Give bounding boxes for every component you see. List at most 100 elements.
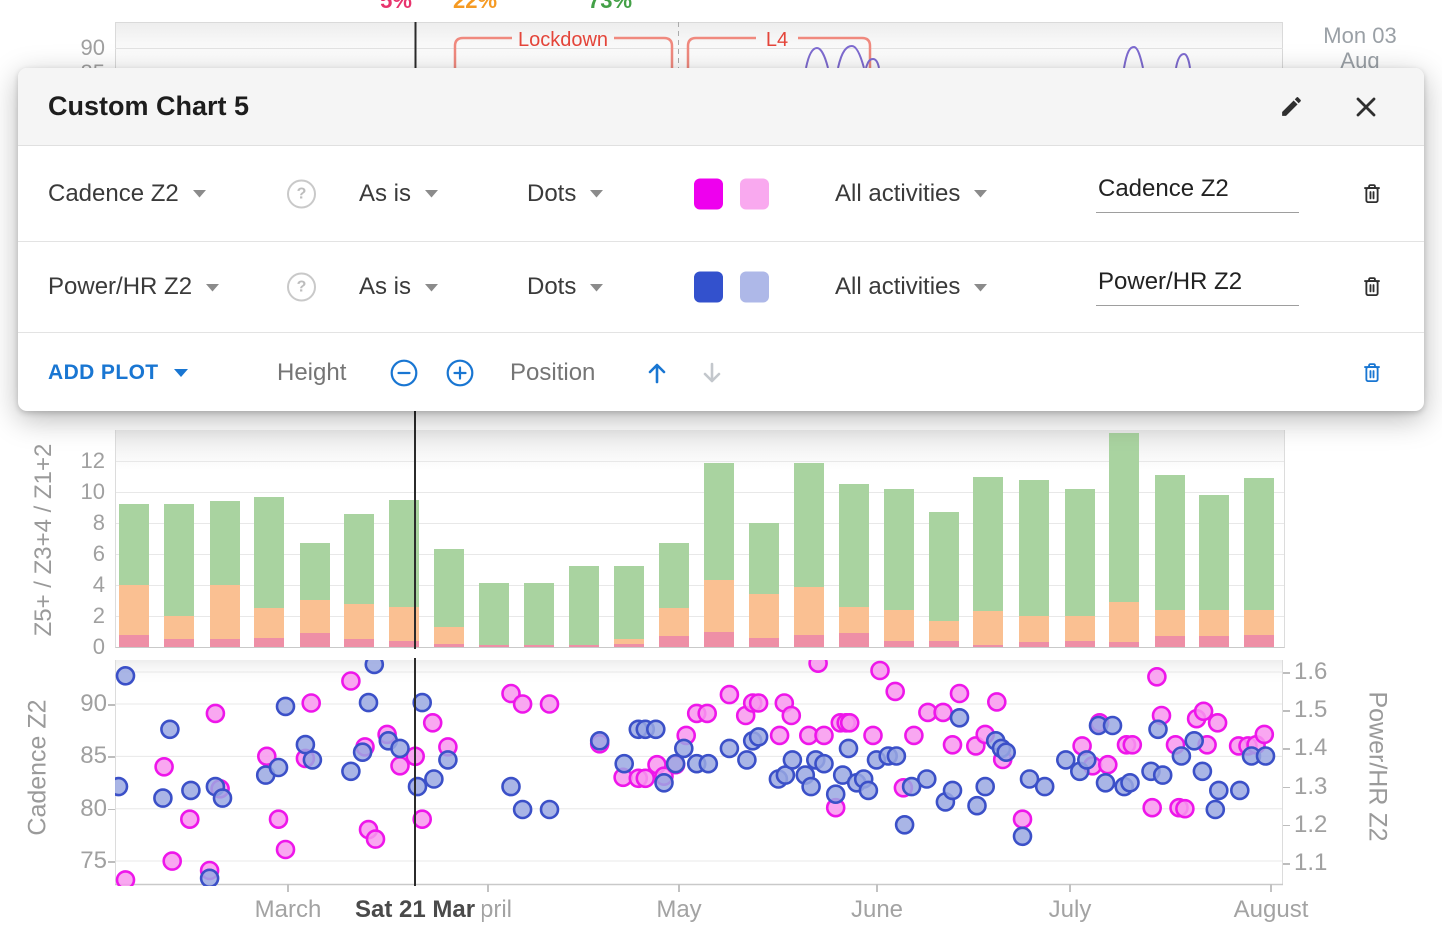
delete-plot-icon[interactable] [1359,274,1385,300]
bar-segment-z1+2 [479,583,509,645]
height-increase-icon[interactable] [445,358,475,388]
plot-label-input[interactable] [1096,175,1299,213]
hover-date-label: Mon 03 Aug [1308,23,1412,73]
bar-segment-z3+4 [839,607,869,633]
metric-select[interactable]: Cadence Z2 [48,180,207,208]
style-select[interactable]: Dots [527,180,604,208]
bar-y-tick-label: 12 [55,448,105,474]
secondary-color-swatch[interactable] [740,272,769,303]
stacked-bar [839,484,869,647]
edit-icon[interactable] [1279,94,1304,119]
primary-color-swatch[interactable] [694,272,723,303]
bar-segment-z3+4 [434,627,464,644]
stacked-bar [884,489,914,647]
bar-segment-z5+ [929,641,959,647]
add-plot-button[interactable]: ADD PLOT [48,361,189,385]
transform-select[interactable]: As is [359,273,439,301]
top-chart-ytick-90: 90 [55,35,105,61]
zone-pct-label-3: 73% [588,0,632,14]
secondary-color-swatch[interactable] [740,178,769,209]
left-tick-mark [108,809,115,811]
scatter-right-tick-label: 1.4 [1294,735,1354,761]
bar-segment-z1+2 [794,463,824,587]
scatter-right-tick-label: 1.2 [1294,812,1354,838]
scatter-right-tick-label: 1.3 [1294,774,1354,800]
scatter-left-tick-label: 85 [57,743,107,769]
bar-segment-z5+ [1065,641,1095,647]
stacked-bar [704,463,734,647]
bar-segment-z5+ [614,644,644,647]
bar-segment-z5+ [704,632,734,648]
close-icon[interactable] [1352,93,1380,121]
scatter-right-tick-label: 1.5 [1294,697,1354,723]
bar-segment-z5+ [1109,642,1139,647]
height-decrease-icon[interactable] [389,358,419,388]
bar-segment-z1+2 [569,566,599,645]
stacked-bar [929,512,959,647]
delete-chart-icon[interactable] [1359,360,1385,386]
bar-segment-z1+2 [884,489,914,610]
bar-segment-z3+4 [1244,610,1274,635]
bar-segment-z5+ [1155,636,1185,647]
right-tick-mark [1283,825,1290,827]
bar-segment-z1+2 [164,504,194,616]
bar-segment-z1+2 [524,583,554,645]
style-select[interactable]: Dots [527,273,604,301]
bar-segment-z1+2 [210,501,240,585]
bar-segment-z1+2 [1019,480,1049,616]
activities-select[interactable]: All activities [835,273,988,301]
bar-segment-z5+ [1244,635,1274,647]
bar-segment-z5+ [164,639,194,647]
bar-segment-z3+4 [794,587,824,635]
help-icon[interactable]: ? [287,273,316,302]
date-marker-line-bars [414,411,416,649]
bar-y-tick-label: 2 [55,603,105,629]
scatter-right-tick-label: 1.6 [1294,659,1354,685]
stacked-bar [1109,433,1139,647]
bar-y-tick-label: 10 [55,479,105,505]
bar-segment-z1+2 [1155,475,1185,610]
transform-select[interactable]: As is [359,180,439,208]
bar-segment-z3+4 [1019,616,1049,642]
bar-segment-z1+2 [749,523,779,594]
x-axis-month-label: August [1234,897,1309,923]
bar-segment-z3+4 [1109,602,1139,642]
scatter-left-axis-title: Cadence Z2 [24,668,53,868]
primary-color-swatch[interactable] [694,178,723,209]
bar-segment-z5+ [659,636,689,647]
stacked-bar [1244,478,1274,647]
bar-segment-z5+ [1019,642,1049,647]
bar-segment-z3+4 [929,621,959,641]
left-tick-mark [108,861,115,863]
bar-segment-z5+ [749,638,779,647]
bar-segment-z5+ [210,639,240,647]
x-axis-tick-mark [1069,884,1071,892]
plot-label-input[interactable] [1096,268,1299,306]
stacked-bar [344,514,374,647]
bar-segment-z1+2 [300,543,330,600]
help-icon[interactable]: ? [287,179,316,208]
bar-y-tick-label: 8 [55,510,105,536]
bar-segment-z3+4 [704,580,734,631]
bar-segment-z5+ [524,645,554,647]
x-axis-tick-mark [678,884,680,892]
right-tick-mark [1283,710,1290,712]
bar-segment-z5+ [973,645,1003,647]
modal-header: Custom Chart 5 [18,68,1424,146]
bar-segment-z5+ [794,635,824,647]
metric-select[interactable]: Power/HR Z2 [48,273,220,301]
bar-segment-z1+2 [1065,489,1095,616]
bar-segment-z3+4 [164,616,194,639]
move-down-icon[interactable] [697,358,727,388]
scatter-chart: Cadence Z2 Power/HR Z2 Sat 21 Mar 758085… [0,648,1442,940]
stacked-bar [973,477,1003,647]
move-up-icon[interactable] [642,358,672,388]
bar-segment-z5+ [434,644,464,647]
stacked-bar [254,497,284,647]
stacked-bar [210,501,240,647]
activities-select[interactable]: All activities [835,180,988,208]
delete-plot-icon[interactable] [1359,181,1385,207]
date-marker-line-scatter [414,658,416,886]
l4-annotation: L4 [766,29,788,51]
top-chart-canvas: Lockdown L4 [0,0,1442,68]
